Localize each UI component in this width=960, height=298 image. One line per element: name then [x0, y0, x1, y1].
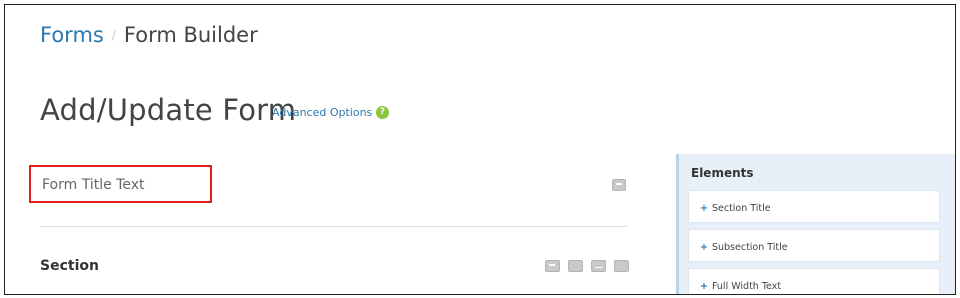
element-item-label: Full Width Text [711, 281, 782, 292]
page-title: Add/Update Form [40, 93, 297, 127]
element-item-section-title[interactable]: + Section Title [688, 190, 940, 223]
breadcrumb-separator: / [111, 28, 116, 42]
minimize-icon[interactable] [591, 260, 606, 272]
comment-icon[interactable] [545, 260, 560, 272]
elements-panel: Elements + Section Title + Subsection Titl… [676, 154, 955, 294]
divider [40, 226, 628, 227]
plus-icon: + [700, 203, 708, 214]
advanced-options-link[interactable]: Advanced Options [272, 106, 372, 119]
help-icon[interactable]: ? [376, 106, 389, 119]
section-label: Section [40, 258, 99, 274]
comment-icon[interactable] [612, 179, 626, 191]
breadcrumb: Forms / Form Builder [40, 23, 258, 47]
element-item-subsection-title[interactable]: + Subsection Title [688, 229, 940, 262]
breadcrumb-current: Form Builder [123, 23, 258, 47]
element-item-label: Subsection Title [711, 242, 788, 253]
copy-icon[interactable] [568, 260, 583, 272]
elements-panel-header: Elements [691, 166, 754, 180]
element-item-full-width-text[interactable]: + Full Width Text [688, 268, 940, 294]
app-frame: Forms / Form Builder Add/Update Form Adv… [4, 4, 956, 295]
breadcrumb-link-forms[interactable]: Forms [40, 23, 104, 47]
plus-icon: + [700, 281, 708, 292]
element-item-label: Section Title [711, 203, 771, 214]
delete-icon[interactable] [614, 260, 629, 272]
plus-icon: + [700, 242, 708, 253]
form-title-input[interactable]: Form Title Text [29, 165, 212, 203]
